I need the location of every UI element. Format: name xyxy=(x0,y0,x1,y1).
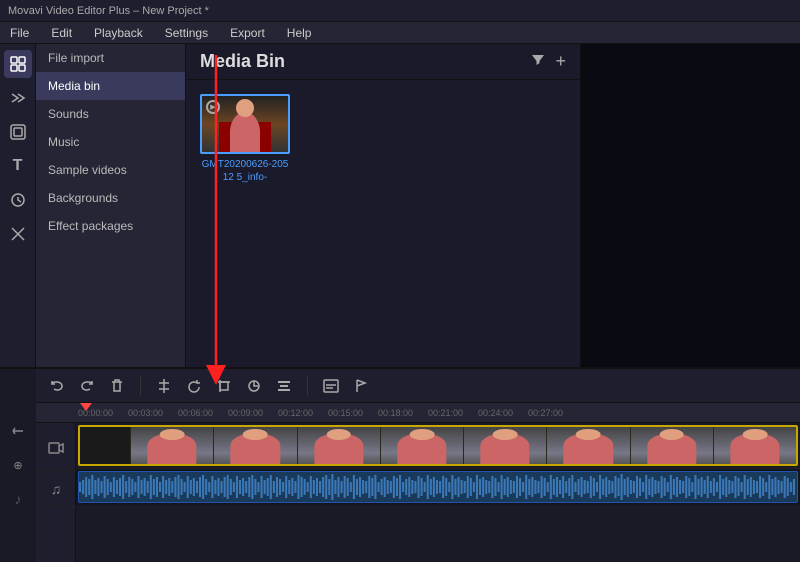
ruler-mark-9: 00:27:00 xyxy=(528,408,578,418)
media-bin-title: Media Bin xyxy=(200,51,521,72)
tracks-content xyxy=(76,423,800,562)
track-labels: ♫ xyxy=(36,423,76,562)
align-icon[interactable] xyxy=(273,375,295,397)
media-item[interactable]: ▶ GMT20200626-20512 5_info- xyxy=(200,94,290,184)
crop-icon[interactable] xyxy=(213,375,235,397)
rotate-icon[interactable] xyxy=(183,375,205,397)
clip-frame-4 xyxy=(381,427,463,464)
ruler-mark-1: 00:03:00 xyxy=(128,408,178,418)
menu-help[interactable]: Help xyxy=(283,24,316,42)
video-track[interactable] xyxy=(76,423,800,469)
ruler-mark-3: 00:09:00 xyxy=(228,408,278,418)
clip-frame-1 xyxy=(131,427,213,464)
ruler-mark-5: 00:15:00 xyxy=(328,408,378,418)
sidebar-item-sounds[interactable]: Sounds xyxy=(36,100,185,128)
ruler-marks: 00:00:00 00:03:00 00:06:00 00:09:00 00:1… xyxy=(36,408,800,418)
timeline-tracks: ♫ xyxy=(36,423,800,562)
import-tool-icon[interactable] xyxy=(4,50,32,78)
sidebar-item-media-bin[interactable]: Media bin xyxy=(36,72,185,100)
sidebar-item-file-import[interactable]: File import xyxy=(36,44,185,72)
delete-icon[interactable] xyxy=(106,375,128,397)
ruler-mark-6: 00:18:00 xyxy=(378,408,428,418)
waveform-svg xyxy=(79,472,797,502)
toolbar-separator-2 xyxy=(307,376,308,396)
undo-icon[interactable] xyxy=(46,375,68,397)
flag-icon[interactable] xyxy=(350,375,372,397)
media-item-label: GMT20200626-20512 5_info- xyxy=(200,158,290,184)
timeline-ruler: 00:00:00 00:03:00 00:06:00 00:09:00 00:1… xyxy=(36,403,800,423)
video-clip[interactable] xyxy=(78,425,798,466)
audio-waveform xyxy=(78,471,798,503)
menu-settings[interactable]: Settings xyxy=(161,24,212,42)
menu-bar: File Edit Playback Settings Export Help xyxy=(0,22,800,44)
audio-track[interactable] xyxy=(76,469,800,505)
ruler-mark-4: 00:12:00 xyxy=(278,408,328,418)
clip-frame-3 xyxy=(298,427,380,464)
filter-icon[interactable] xyxy=(531,53,545,70)
sidebar-item-music[interactable]: Music xyxy=(36,128,185,156)
menu-file[interactable]: File xyxy=(6,24,33,42)
menu-playback[interactable]: Playback xyxy=(90,24,147,42)
media-thumbnail[interactable]: ▶ xyxy=(200,94,290,154)
cut-icon[interactable] xyxy=(153,375,175,397)
clip-frame-6 xyxy=(547,427,629,464)
redo-icon[interactable] xyxy=(76,375,98,397)
sidebar-item-backgrounds[interactable]: Backgrounds xyxy=(36,184,185,212)
clip-frame-2 xyxy=(214,427,296,464)
playhead-indicator xyxy=(80,403,92,411)
video-track-label[interactable] xyxy=(36,425,76,471)
clip-frame-7 xyxy=(631,427,713,464)
clip-frame-5 xyxy=(464,427,546,464)
clock-tool-icon[interactable] xyxy=(4,186,32,214)
clip-frame-dark xyxy=(80,427,130,464)
menu-export[interactable]: Export xyxy=(226,24,269,42)
media-bin-header: Media Bin + xyxy=(186,44,580,80)
ruler-mark-7: 00:21:00 xyxy=(428,408,478,418)
timeline-audio-icon[interactable]: ♪ xyxy=(6,487,30,511)
tools-tool-icon[interactable] xyxy=(4,220,32,248)
ruler-mark-8: 00:24:00 xyxy=(478,408,528,418)
transitions-tool-icon[interactable] xyxy=(4,84,32,112)
timeline-add-track-icon[interactable]: ⊕ xyxy=(6,453,30,477)
timeline-toolbar xyxy=(36,369,800,403)
timeline-area: 00:00:00 00:03:00 00:06:00 00:09:00 00:1… xyxy=(36,367,800,562)
text-tool-icon[interactable]: T xyxy=(4,152,32,180)
clip-frame-8 xyxy=(714,427,796,464)
title-bar: Movavi Video Editor Plus – New Project * xyxy=(0,0,800,22)
add-media-icon[interactable]: + xyxy=(555,51,566,72)
sidebar-item-effect-packages[interactable]: Effect packages xyxy=(36,212,185,240)
ruler-mark-2: 00:06:00 xyxy=(178,408,228,418)
play-overlay-icon: ▶ xyxy=(206,100,220,114)
color-icon[interactable] xyxy=(243,375,265,397)
subtitle-icon[interactable] xyxy=(320,375,342,397)
audio-track-label[interactable]: ♫ xyxy=(36,471,76,507)
timeline-left-side: ⊕ ♪ xyxy=(0,367,36,562)
menu-edit[interactable]: Edit xyxy=(47,24,76,42)
toolbar-separator xyxy=(140,376,141,396)
app-title: Movavi Video Editor Plus – New Project * xyxy=(8,5,209,17)
filters-tool-icon[interactable] xyxy=(4,118,32,146)
sidebar-item-sample-videos[interactable]: Sample videos xyxy=(36,156,185,184)
timeline-zoom-icon[interactable] xyxy=(6,419,30,443)
